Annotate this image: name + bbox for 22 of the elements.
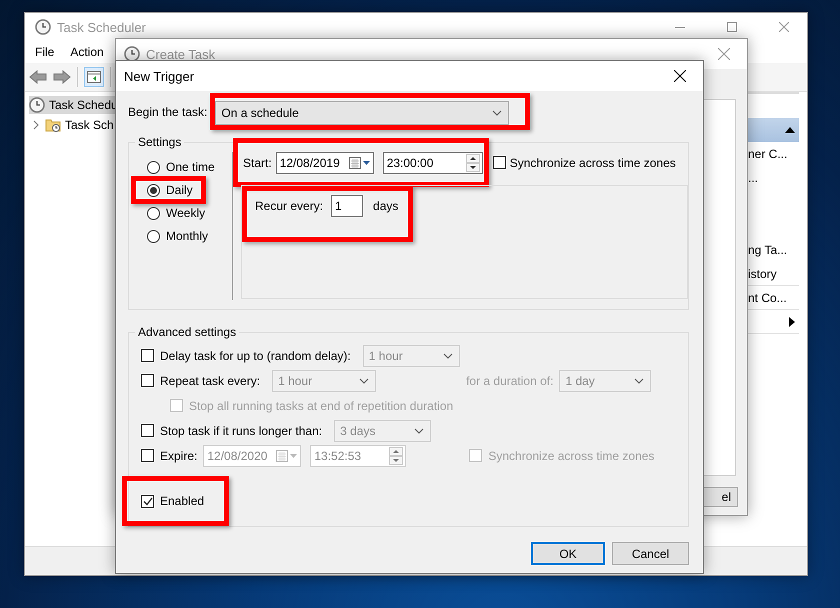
duration-label: for a duration of: <box>466 374 554 388</box>
option-label: Delay task for up to (random delay): <box>160 348 351 362</box>
window-title: Create Task <box>146 46 216 62</box>
option-label: Stop all running tasks at end of repetition duration <box>189 398 454 412</box>
dialog-title: New Trigger <box>124 68 196 84</box>
option-label: Expire: <box>160 448 198 462</box>
option-label: Weekly <box>166 206 206 220</box>
unit-label: days <box>373 199 398 213</box>
option-label: Synchronize across time zones <box>488 448 654 462</box>
option-label: One time <box>166 160 215 174</box>
option-label: Daily <box>166 183 193 197</box>
option-label: Synchronize across time zones <box>510 156 676 170</box>
window-title: Task Scheduler <box>57 20 147 34</box>
group-title: Advanced settings <box>135 325 240 339</box>
field-label: Recur every: <box>255 199 324 213</box>
option-label: Stop task if it runs longer than: <box>160 424 322 438</box>
option-label: Monthly <box>166 229 208 243</box>
field-label: Begin the task: <box>128 104 208 118</box>
group-title: Settings <box>135 135 184 149</box>
option-label: Repeat task every: <box>160 374 260 388</box>
option-label: Enabled <box>160 494 204 508</box>
field-label: Start: <box>243 156 272 170</box>
